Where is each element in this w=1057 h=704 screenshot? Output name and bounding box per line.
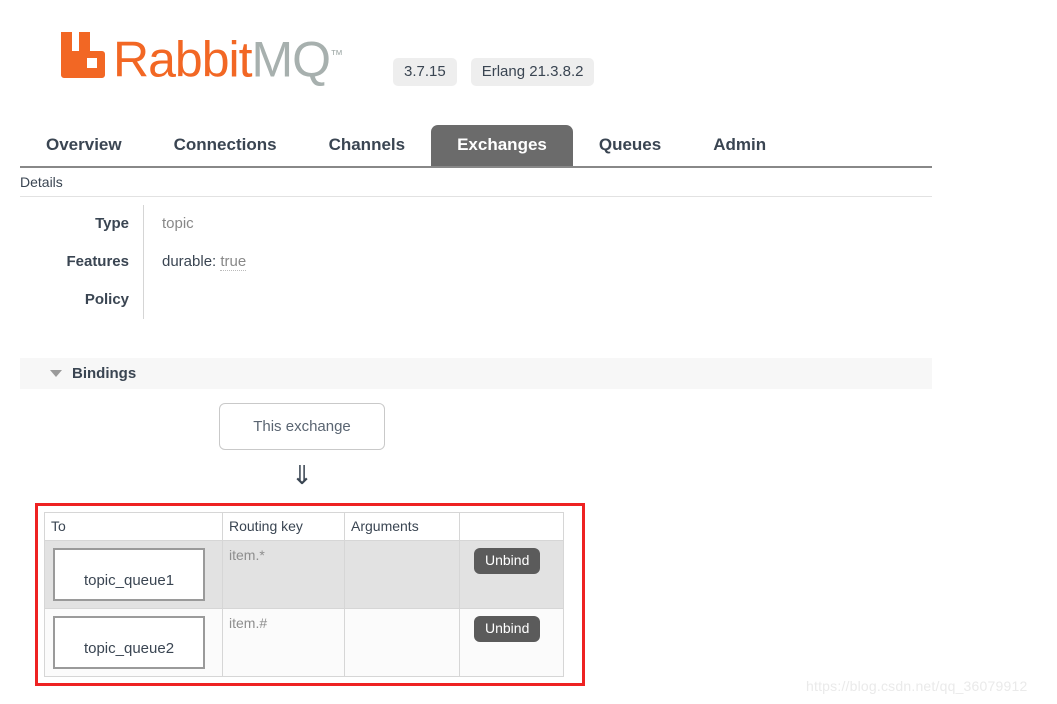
erlang-version-badge: Erlang 21.3.8.2 [470,58,595,86]
column-header-routing-key[interactable]: Routing key [222,512,345,541]
cell-action: Unbind [459,608,564,677]
column-header-action [459,512,564,541]
this-exchange-node[interactable]: This exchange [219,403,385,450]
details-key-type: Type [95,215,129,232]
details-value-features: durable: true [143,243,932,281]
cell-action: Unbind [459,540,564,609]
cell-arguments [344,540,460,609]
unbind-button[interactable]: Unbind [474,616,541,642]
main-navigation: Overview Connections Channels Exchanges … [20,122,932,168]
binding-down-arrow-icon: ⇓ [291,460,313,490]
nav-tab-list: Overview Connections Channels Exchanges … [20,122,932,166]
logo-text-rabbit: Rabbit [113,32,253,88]
details-row-type: Type topic [20,205,932,243]
cell-routing-key: item.# [222,608,345,677]
rabbitmq-logo[interactable]: RabbitMQ™ [57,26,344,85]
table-row: topic_queue2 item.# Unbind [44,608,564,677]
unbind-button[interactable]: Unbind [474,548,541,574]
tab-queues[interactable]: Queues [573,125,687,166]
exchange-details-list: Type topic Features durable: true Policy [20,205,932,319]
details-row-features: Features durable: true [20,243,932,281]
details-value-type: topic [143,205,932,243]
tab-exchanges[interactable]: Exchanges [431,125,573,166]
tab-admin[interactable]: Admin [687,125,792,166]
cell-arguments [344,608,460,677]
queue-link-topic-queue2[interactable]: topic_queue2 [53,616,205,669]
feature-name-durable: durable: [162,253,217,270]
bindings-section-title: Bindings [72,365,137,382]
details-key-features: Features [66,253,129,270]
rabbitmq-logo-icon [57,26,109,78]
bindings-table-head: To Routing key Arguments [44,512,564,541]
rabbitmq-version-badge: 3.7.15 [393,58,457,86]
details-value-policy [143,281,932,319]
column-header-to[interactable]: To [44,512,223,541]
feature-value-durable: true [220,253,247,271]
cell-to: topic_queue2 [44,608,223,677]
routing-key-value: item.# [229,615,268,631]
queue-link-topic-queue1[interactable]: topic_queue1 [53,548,205,601]
details-row-policy: Policy [20,281,932,319]
bindings-table: To Routing key Arguments topic_queue1 it… [44,512,564,677]
routing-key-value: item.* [229,547,265,563]
tab-connections[interactable]: Connections [148,125,303,166]
bindings-table-body: topic_queue1 item.* Unbind topic_queue2 … [44,540,564,677]
tab-channels[interactable]: Channels [303,125,432,166]
tab-overview[interactable]: Overview [20,125,148,166]
logo-text-mq: MQ [251,32,332,88]
watermark-text: https://blog.csdn.net/qq_36079912 [806,678,1028,694]
logo-trademark: ™ [330,47,344,63]
details-section-label: Details [20,172,932,197]
version-badges: 3.7.15 Erlang 21.3.8.2 [393,58,595,86]
bindings-section-header[interactable]: Bindings [20,358,932,389]
page-header: RabbitMQ™ 3.7.15 Erlang 21.3.8.2 [0,0,1057,110]
cell-to: topic_queue1 [44,540,223,609]
table-header-row: To Routing key Arguments [44,512,564,541]
details-key-policy: Policy [84,291,129,308]
caret-down-icon[interactable] [50,370,62,377]
table-row: topic_queue1 item.* Unbind [44,540,564,609]
cell-routing-key: item.* [222,540,345,609]
column-header-arguments[interactable]: Arguments [344,512,460,541]
